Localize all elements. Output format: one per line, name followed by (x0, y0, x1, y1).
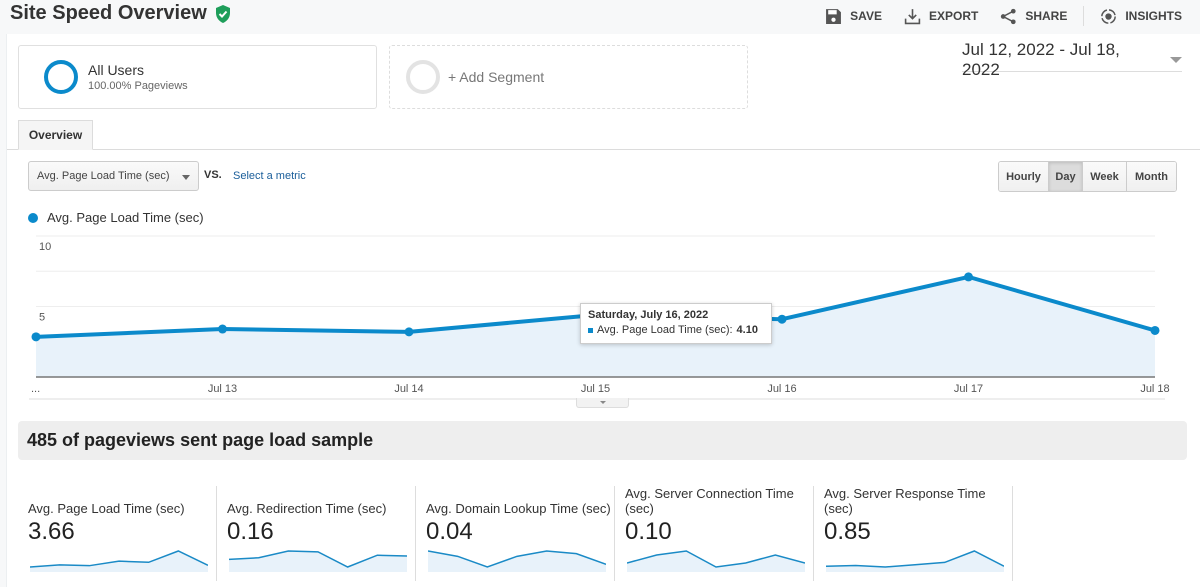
x-tick-label: Jul 13 (208, 383, 237, 395)
share-button[interactable]: SHARE (1000, 8, 1067, 25)
sparkline-label: Avg. Server Response Time (sec) (824, 486, 986, 516)
data-point (1150, 325, 1160, 335)
x-tick-label: Jul 16 (767, 383, 796, 395)
sparkline-card[interactable]: Avg. Server Connection Time (sec) 0.10 (615, 486, 814, 581)
save-icon (826, 8, 842, 24)
export-label: EXPORT (928, 9, 979, 23)
caret-down-icon (1170, 56, 1182, 63)
sparkline-label: Avg. Redirection Time (sec) (227, 501, 387, 516)
sparkline-chart (428, 550, 606, 572)
sparkline-area (627, 551, 805, 572)
sparkline-value: 0.10 (625, 518, 672, 545)
data-point (777, 314, 787, 324)
page-title-text: Site Speed Overview (10, 2, 207, 24)
sparkline-value: 0.16 (227, 518, 274, 545)
data-point (964, 272, 973, 282)
tabs-divider (7, 149, 1200, 150)
tooltip-label: Avg. Page Load Time (sec): (597, 324, 733, 336)
top-bar: Site Speed Overview SAVE EXPORT SHARE IN… (0, 0, 1200, 32)
sparkline-label: Avg. Page Load Time (sec) (28, 501, 185, 516)
sparkline-area (826, 551, 1004, 572)
metric-select[interactable]: Avg. Page Load Time (sec) (28, 161, 199, 191)
sparkline-row: Avg. Page Load Time (sec) 3.66 Avg. Redi… (18, 486, 1013, 581)
sparkline-card[interactable]: Avg. Redirection Time (sec) 0.16 (217, 486, 416, 581)
segment-all-users[interactable]: All Users 100.00% Pageviews (18, 45, 377, 109)
share-icon (1001, 8, 1016, 24)
date-range-picker[interactable]: Jul 12, 2022 - Jul 18, 2022 (962, 40, 1182, 79)
save-label: SAVE (850, 9, 882, 23)
x-tick-label: Jul 14 (394, 383, 423, 395)
month-button[interactable]: Month (1127, 162, 1176, 191)
day-button[interactable]: Day (1049, 162, 1083, 191)
legend-label: Avg. Page Load Time (sec) (47, 210, 204, 225)
insights-label: INSIGHTS (1125, 9, 1182, 23)
chart-collapse-handle[interactable] (576, 398, 629, 408)
sample-summary: 485 of pageviews sent page load sample (18, 421, 1187, 460)
empty-segment-ring-icon (406, 60, 440, 94)
shield-check-icon (215, 4, 230, 23)
date-range-text: Jul 12, 2022 - Jul 18, 2022 (962, 39, 1120, 79)
sparkline-label: Avg. Server Connection Time (sec) (625, 486, 794, 516)
segment-subtitle: 100.00% Pageviews (88, 80, 188, 92)
x-tick-label: ... (31, 383, 40, 395)
share-label: SHARE (1025, 9, 1068, 23)
sparkline-value: 3.66 (28, 518, 75, 545)
report-actions: SAVE EXPORT SHARE INSIGHTS (803, 6, 1182, 26)
metric-select-value: Avg. Page Load Time (sec) (37, 170, 170, 182)
actions-divider (1083, 6, 1085, 26)
sparkline-chart (826, 550, 1004, 572)
sparkline-value: 0.04 (426, 518, 473, 545)
report-panel: All Users 100.00% Pageviews + Add Segmen… (6, 34, 1200, 587)
caret-down-icon (182, 175, 190, 180)
segment-name: All Users (88, 62, 145, 78)
chart-legend: Avg. Page Load Time (sec) (28, 210, 204, 225)
chart-tooltip: Saturday, July 16, 2022 Avg. Page Load T… (580, 303, 772, 344)
export-button[interactable]: EXPORT (904, 8, 978, 25)
page-title: Site Speed Overview (10, 2, 231, 25)
granularity-toggle: Hourly Day Week Month (998, 161, 1177, 192)
data-point (404, 327, 414, 337)
data-point (218, 324, 227, 334)
sparkline-chart (30, 550, 208, 572)
add-segment-button[interactable]: + Add Segment (389, 45, 748, 109)
sparkline-card[interactable]: Avg. Page Load Time (sec) 3.66 (18, 486, 217, 581)
download-icon (904, 8, 921, 24)
select-metric-link[interactable]: Select a metric (233, 170, 306, 182)
tooltip-title: Saturday, July 16, 2022 (588, 309, 709, 321)
x-tick-label: Jul 18 (1140, 383, 1169, 395)
vs-label: VS. (204, 169, 222, 181)
sparkline-label: Avg. Domain Lookup Time (sec) (426, 501, 611, 516)
segment-ring-icon (44, 60, 78, 94)
hourly-button[interactable]: Hourly (999, 162, 1049, 191)
insights-icon (1101, 8, 1117, 24)
tooltip-row: Avg. Page Load Time (sec): 4.10 (588, 324, 764, 336)
y-tick-label: 10 (39, 241, 51, 253)
sparkline-chart (627, 550, 805, 572)
add-segment-label: + Add Segment (448, 69, 545, 85)
sparkline-area (229, 551, 407, 572)
save-button[interactable]: SAVE (825, 8, 882, 25)
tooltip-value: 4.10 (736, 324, 758, 336)
sparkline-chart (229, 550, 407, 572)
sparkline-card[interactable]: Avg. Domain Lookup Time (sec) 0.04 (416, 486, 615, 581)
x-tick-label: Jul 15 (581, 383, 610, 395)
data-point (31, 332, 41, 342)
insights-button[interactable]: INSIGHTS (1100, 8, 1182, 25)
legend-dot-icon (28, 212, 38, 223)
series-swatch-icon (588, 327, 593, 333)
y-tick-label: 5 (39, 312, 45, 324)
week-button[interactable]: Week (1083, 162, 1127, 191)
tab-overview[interactable]: Overview (18, 120, 93, 150)
sparkline-value: 0.85 (824, 518, 871, 545)
sparkline-card[interactable]: Avg. Server Response Time (sec) 0.85 (814, 486, 1013, 581)
x-tick-label: Jul 17 (954, 383, 983, 395)
